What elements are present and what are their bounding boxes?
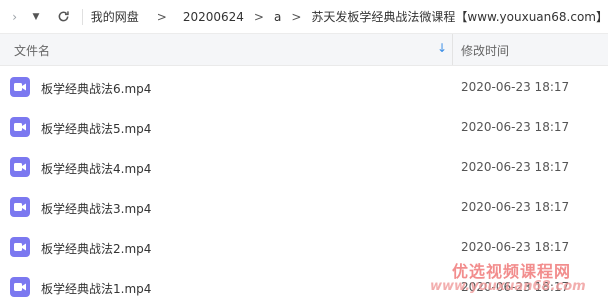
column-header-name[interactable]: 文件名 (14, 42, 50, 59)
breadcrumb-separator: > (291, 9, 302, 24)
back-chevron-icon[interactable]: › (6, 8, 23, 26)
breadcrumb-item[interactable]: a (274, 10, 281, 24)
file-row[interactable]: 板学经典战法3.mp4 2020-06-23 18:17 (0, 187, 608, 227)
file-list-header: 文件名 ↓ 修改时间 (0, 34, 608, 66)
file-date: 2020-06-23 18:17 (461, 240, 570, 254)
file-date: 2020-06-23 18:17 (461, 200, 570, 214)
dropdown-arrow-icon[interactable]: ▼ (27, 8, 44, 26)
column-divider[interactable] (452, 34, 453, 65)
file-date: 2020-06-23 18:17 (461, 80, 570, 94)
file-name[interactable]: 板学经典战法5.mp4 (41, 120, 151, 137)
breadcrumb-separator: > (156, 9, 167, 24)
breadcrumb-item[interactable]: 我的网盘 (91, 8, 139, 25)
divider (81, 8, 83, 25)
video-file-icon (10, 197, 30, 217)
navigation-bar: › ▼ 我的网盘 > 20200624 > a > 苏天发板学经典战法微课程【w… (0, 0, 608, 34)
file-row[interactable]: 板学经典战法4.mp4 2020-06-23 18:17 (0, 147, 608, 187)
file-name[interactable]: 板学经典战法1.mp4 (41, 280, 151, 297)
breadcrumb-item-current[interactable]: 苏天发板学经典战法微课程【www.youxuan68.com】 (311, 8, 608, 25)
file-date: 2020-06-23 18:17 (461, 160, 570, 174)
video-file-icon (10, 117, 30, 137)
video-file-icon (10, 77, 30, 97)
watermark-url: www.youxuan68.com (430, 279, 586, 294)
sort-arrow-icon[interactable]: ↓ (437, 41, 447, 55)
refresh-icon[interactable] (55, 8, 72, 26)
file-date: 2020-06-23 18:17 (461, 120, 570, 134)
breadcrumb-separator: > (253, 9, 264, 24)
file-name[interactable]: 板学经典战法4.mp4 (41, 160, 151, 177)
video-file-icon (10, 237, 30, 257)
file-row[interactable]: 板学经典战法5.mp4 2020-06-23 18:17 (0, 107, 608, 147)
breadcrumb: 我的网盘 > 20200624 > a > 苏天发板学经典战法微课程【www.y… (91, 8, 608, 25)
file-row[interactable]: 板学经典战法6.mp4 2020-06-23 18:17 (0, 67, 608, 107)
file-name[interactable]: 板学经典战法6.mp4 (41, 80, 151, 97)
file-name[interactable]: 板学经典战法2.mp4 (41, 240, 151, 257)
file-name[interactable]: 板学经典战法3.mp4 (41, 200, 151, 217)
video-file-icon (10, 277, 30, 297)
column-header-date[interactable]: 修改时间 (461, 42, 509, 59)
breadcrumb-item[interactable]: 20200624 (183, 10, 244, 24)
video-file-icon (10, 157, 30, 177)
